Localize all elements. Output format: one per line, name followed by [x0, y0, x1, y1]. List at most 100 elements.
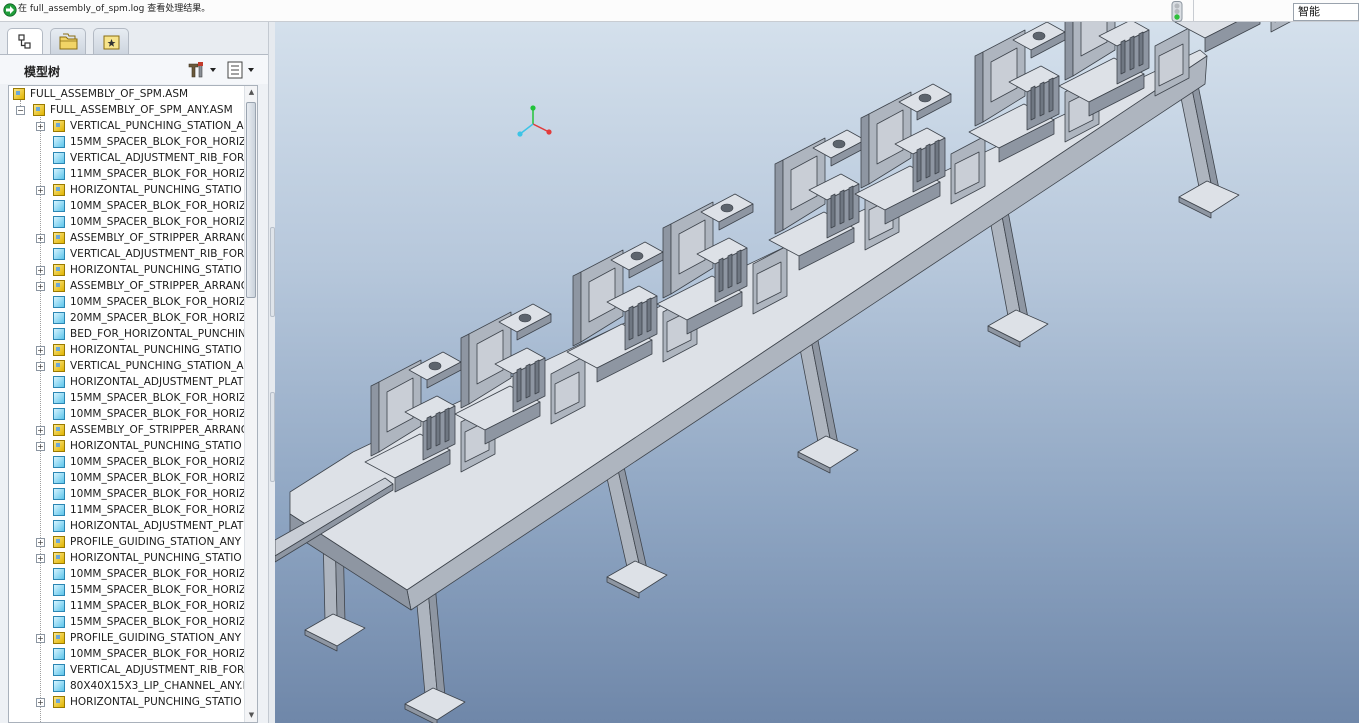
tree-item[interactable]: 10MM_SPACER_BLOK_FOR_HORIZ [9, 214, 244, 230]
expand-icon[interactable]: + [36, 698, 45, 707]
tree-item[interactable]: + PROFILE_GUIDING_STATION_ANY [9, 630, 244, 646]
tab-folder-browser[interactable] [50, 28, 86, 54]
tab-favorites[interactable] [93, 28, 129, 54]
tree-item[interactable]: VERTICAL_ADJUSTMENT_RIB_FOR [9, 246, 244, 262]
guide-post [516, 367, 522, 403]
tree-item[interactable]: 15MM_SPACER_BLOK_FOR_HORIZ [9, 614, 244, 630]
expand-icon[interactable]: + [36, 538, 45, 547]
tree-settings-button[interactable] [186, 60, 218, 80]
tree-scrollbar[interactable]: ▲ ▼ [244, 86, 257, 722]
part-icon [53, 408, 65, 420]
expand-icon[interactable]: + [36, 282, 45, 291]
tree-item[interactable]: + PROFILE_GUIDING_STATION_ANY [9, 534, 244, 550]
expand-icon[interactable]: + [36, 122, 45, 131]
tree-item[interactable]: 10MM_SPACER_BLOK_FOR_HORIZ [9, 454, 244, 470]
guide-post [525, 363, 531, 399]
part-icon [53, 248, 65, 260]
scroll-thumb[interactable] [246, 102, 256, 298]
tab-model-tree[interactable] [7, 28, 43, 55]
assembly-icon [53, 360, 65, 372]
expand-icon[interactable]: + [36, 442, 45, 451]
expand-icon[interactable]: + [36, 186, 45, 195]
tools-icon [188, 62, 216, 78]
scroll-up-arrow-icon[interactable]: ▲ [245, 86, 257, 99]
assembly-icon [13, 88, 25, 100]
tree-show-button[interactable] [226, 60, 258, 80]
expand-icon[interactable]: + [36, 266, 45, 275]
tree-item[interactable]: 11MM_SPACER_BLOK_FOR_HORIZ [9, 166, 244, 182]
tree-item[interactable]: + ASSEMBLY_OF_STRIPPER_ARRANG [9, 278, 244, 294]
tree-item[interactable]: FULL_ASSEMBLY_OF_SPM.ASM [9, 86, 244, 102]
punch-hole [518, 313, 532, 323]
assembly-icon [53, 536, 65, 548]
expand-icon[interactable]: + [36, 234, 45, 243]
tree-item[interactable]: 10MM_SPACER_BLOK_FOR_HORIZ [9, 646, 244, 662]
tree-item[interactable]: + ASSEMBLY_OF_STRIPPER_ARRANG [9, 230, 244, 246]
expand-icon[interactable]: + [36, 426, 45, 435]
expand-icon[interactable]: + [36, 554, 45, 563]
tree-item[interactable]: + VERTICAL_PUNCHING_STATION_A [9, 118, 244, 134]
tree-item[interactable]: + HORIZONTAL_PUNCHING_STATIO [9, 342, 244, 358]
punch-hole [630, 251, 644, 261]
tree-item[interactable]: 10MM_SPACER_BLOK_FOR_HORIZ [9, 198, 244, 214]
collapse-icon[interactable]: − [16, 106, 25, 115]
tree-item[interactable]: 15MM_SPACER_BLOK_FOR_HORIZ [9, 582, 244, 598]
tree-item[interactable]: + HORIZONTAL_PUNCHING_STATIO [9, 438, 244, 454]
tree-item[interactable]: + HORIZONTAL_PUNCHING_STATIO [9, 550, 244, 566]
tree-item[interactable]: BED_FOR_HORIZONTAL_PUNCHIN [9, 326, 244, 342]
tree-item-label: HORIZONTAL_PUNCHING_STATIO [70, 552, 242, 564]
tree-item-label: 10MM_SPACER_BLOK_FOR_HORIZ [70, 408, 244, 420]
guide-post [1138, 31, 1144, 67]
tree-item[interactable]: 80X40X15X3_LIP_CHANNEL_ANY.P [9, 678, 244, 694]
part-icon [53, 168, 65, 180]
tree-item[interactable]: 10MM_SPACER_BLOK_FOR_HORIZ [9, 406, 244, 422]
assembly-icon [33, 104, 45, 116]
tree-item[interactable]: 15MM_SPACER_BLOK_FOR_HORIZ [9, 390, 244, 406]
tree-item[interactable]: + VERTICAL_PUNCHING_STATION_A [9, 358, 244, 374]
selection-filter-select[interactable]: 智能 [1293, 3, 1359, 21]
divider [1193, 0, 1194, 22]
scroll-down-arrow-icon[interactable]: ▼ [245, 709, 257, 722]
tree-item[interactable]: + HORIZONTAL_PUNCHING_STATIO [9, 262, 244, 278]
tree-item-label: VERTICAL_PUNCHING_STATION_A [70, 120, 244, 132]
tree-item[interactable]: 10MM_SPACER_BLOK_FOR_HORIZ [9, 486, 244, 502]
graphics-viewport[interactable] [275, 22, 1359, 723]
tree-item[interactable]: 11MM_SPACER_BLOK_FOR_HORIZ [9, 502, 244, 518]
part-icon [53, 392, 65, 404]
guide-post [736, 249, 742, 285]
tree-item[interactable]: HORIZONTAL_ADJUSTMENT_PLAT [9, 518, 244, 534]
tree-item[interactable]: − FULL_ASSEMBLY_OF_SPM_ANY.ASM [9, 102, 244, 118]
tree-item-label: HORIZONTAL_PUNCHING_STATIO [70, 264, 242, 276]
expand-icon[interactable]: + [36, 634, 45, 643]
tree-item[interactable]: 10MM_SPACER_BLOK_FOR_HORIZ [9, 294, 244, 310]
tree-item[interactable]: 10MM_SPACER_BLOK_FOR_HORIZ [9, 566, 244, 582]
part-icon [53, 488, 65, 500]
guide-post [1129, 35, 1135, 71]
tree-item[interactable]: + HORIZONTAL_PUNCHING_STATIO [9, 694, 244, 710]
tree-item-label: VERTICAL_ADJUSTMENT_RIB_FOR [70, 248, 244, 260]
tree-item-label: 20MM_SPACER_BLOK_FOR_HORIZ [70, 312, 244, 324]
panel-sash[interactable] [268, 22, 275, 723]
tree-item-label: HORIZONTAL_ADJUSTMENT_PLAT [70, 376, 244, 388]
part-icon [53, 504, 65, 516]
tree-item[interactable]: 10MM_SPACER_BLOK_FOR_HORIZ [9, 470, 244, 486]
tree-item[interactable]: + HORIZONTAL_PUNCHING_STATIO [9, 182, 244, 198]
tree-item[interactable]: + ASSEMBLY_OF_STRIPPER_ARRANG [9, 422, 244, 438]
guide-post [426, 415, 432, 451]
guide-post [534, 359, 540, 395]
tree-item[interactable]: HORIZONTAL_ADJUSTMENT_PLAT [9, 374, 244, 390]
station-frame [860, 113, 870, 189]
tree-item[interactable]: 11MM_SPACER_BLOK_FOR_HORIZ [9, 598, 244, 614]
guide-post [1120, 39, 1126, 75]
tree-item-label: HORIZONTAL_PUNCHING_STATIO [70, 184, 242, 196]
guide-post [830, 193, 836, 229]
expand-icon[interactable]: + [36, 346, 45, 355]
tree-item[interactable]: VERTICAL_ADJUSTMENT_RIB_FOR [9, 662, 244, 678]
expand-icon[interactable]: + [36, 362, 45, 371]
app-window: 在 full_assembly_of_spm.log 查看处理结果。 智能 模型… [0, 0, 1359, 723]
traffic-light-icon[interactable] [1171, 1, 1183, 22]
tree-item[interactable]: 15MM_SPACER_BLOK_FOR_HORIZ [9, 134, 244, 150]
tree-item[interactable]: VERTICAL_ADJUSTMENT_RIB_FOR [9, 150, 244, 166]
tree-item[interactable]: 20MM_SPACER_BLOK_FOR_HORIZ [9, 310, 244, 326]
part-icon [53, 616, 65, 628]
